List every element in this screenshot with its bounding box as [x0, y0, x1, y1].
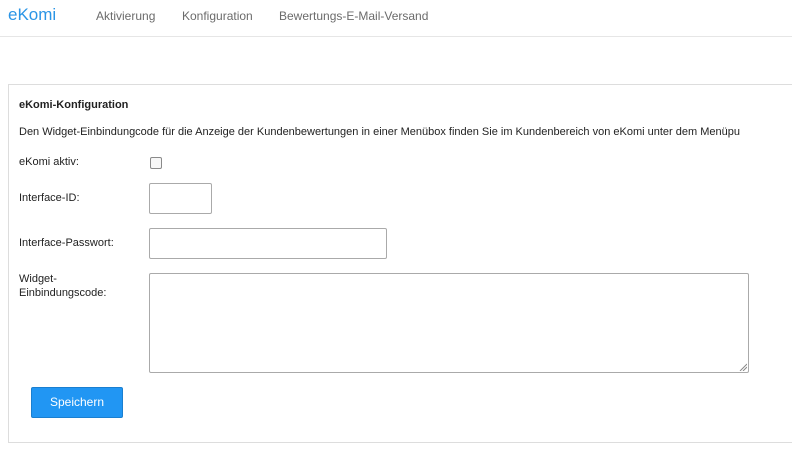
top-navigation: eKomi Aktivierung Konfiguration Bewertun…: [0, 0, 792, 37]
config-panel: eKomi-Konfiguration Den Widget-Einbindun…: [8, 84, 792, 443]
brand-logo-link[interactable]: eKomi: [8, 5, 56, 25]
interface-password-label: Interface-Passwort:: [19, 237, 114, 249]
interface-id-label: Interface-ID:: [19, 192, 80, 204]
widget-code-label-line1: Widget-: [19, 273, 57, 285]
interface-password-input[interactable]: [149, 228, 387, 259]
widget-code-label-line2: Einbindungscode:: [19, 287, 107, 299]
nav-tab-konfiguration[interactable]: Konfiguration: [182, 9, 253, 23]
widget-code-textarea[interactable]: [149, 273, 749, 373]
nav-tab-email-versand[interactable]: Bewertungs-E-Mail-Versand: [279, 9, 428, 23]
widget-code-label: Widget- Einbindungscode:: [19, 272, 106, 300]
save-button[interactable]: Speichern: [31, 387, 123, 418]
panel-title: eKomi-Konfiguration: [19, 99, 129, 111]
interface-id-input[interactable]: [149, 183, 212, 214]
resize-grip-icon[interactable]: [739, 363, 747, 371]
panel-description: Den Widget-Einbindungcode für die Anzeig…: [19, 126, 740, 138]
nav-tab-aktivierung[interactable]: Aktivierung: [96, 9, 155, 23]
active-label: eKomi aktiv:: [19, 156, 79, 168]
active-checkbox[interactable]: [150, 157, 162, 169]
